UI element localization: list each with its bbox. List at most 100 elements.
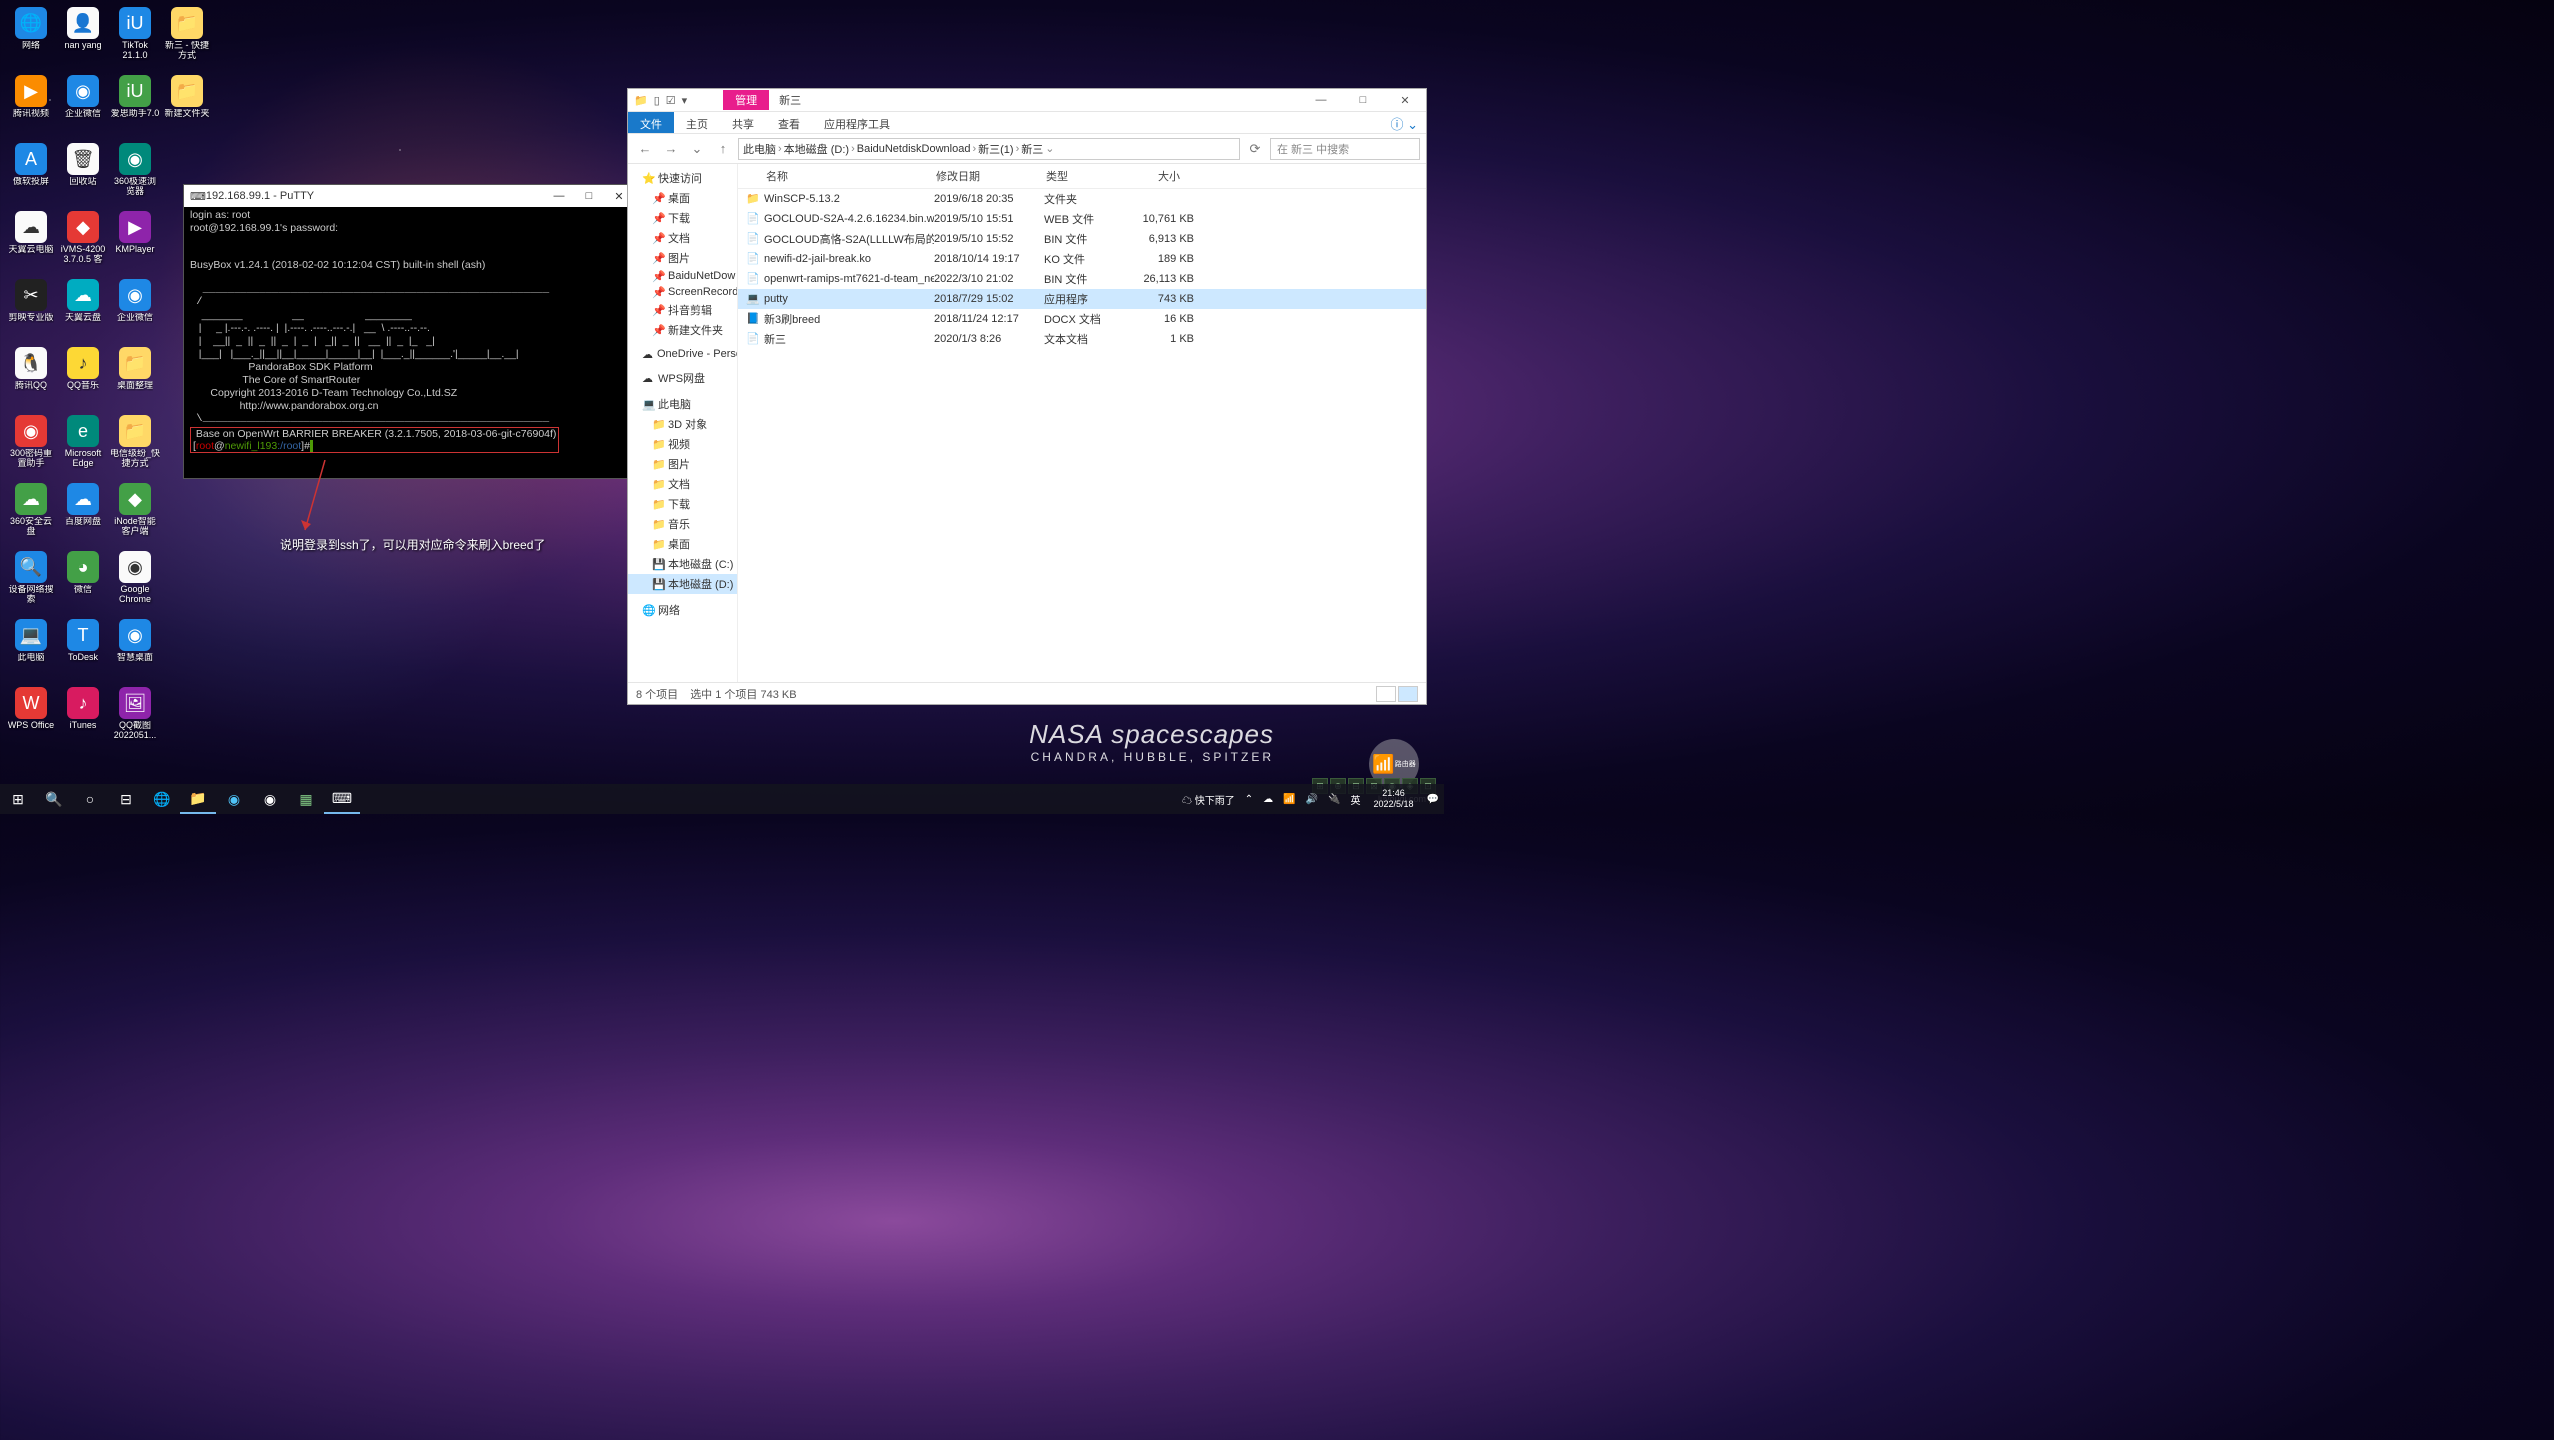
desktop-icon[interactable]: 💻此电脑 [5,617,57,685]
desktop-icon[interactable]: iUTikTok 21.1.0 [109,5,161,73]
tree-item[interactable]: 📁3D 对象 [628,414,737,434]
ribbon-tab[interactable]: 应用程序工具 [812,112,902,133]
context-tab[interactable]: 管理 [723,90,769,110]
desktop-icon[interactable]: A傲软投屏 [5,141,57,209]
desktop-icon[interactable]: 📁新建文件夹 [161,73,213,141]
breadcrumb-item[interactable]: 新三 [1021,141,1043,157]
tree-item[interactable]: 📌抖音剪辑 [628,300,737,320]
explorer-taskbar-icon[interactable]: 📁 [180,784,216,814]
notification-button[interactable]: 💬 [1422,794,1444,805]
address-bar[interactable]: 此电脑›本地磁盘 (D:)›BaiduNetdiskDownload›新三(1)… [738,138,1240,160]
app-taskbar-icon[interactable]: ◉ [216,784,252,814]
help-button[interactable]: ⓘ ⌄ [1382,112,1426,133]
desktop-icon[interactable]: ♪QQ音乐 [57,345,109,413]
desktop-icon[interactable]: 👤nan yang [57,5,109,73]
chrome-taskbar-icon[interactable]: ◉ [252,784,288,814]
file-row[interactable]: 📘新3刷breed2018/11/24 12:17DOCX 文档16 KB [738,309,1426,329]
putty-titlebar[interactable]: ⌨ 192.168.99.1 - PuTTY — □ ✕ [184,185,640,207]
tray-icon[interactable]: 🔌 [1323,794,1345,805]
search-box[interactable]: 在 新三 中搜索 [1270,138,1420,160]
tree-item[interactable]: 📌下载 [628,208,737,228]
tree-item[interactable]: 📁视频 [628,434,737,454]
breadcrumb-item[interactable]: 此电脑 [743,141,776,157]
desktop-icon[interactable]: ◉企业微信 [109,277,161,345]
desktop-icon[interactable]: ◉300密码重置助手 [5,413,57,481]
desktop-icon[interactable]: eMicrosoft Edge [57,413,109,481]
qat-btn[interactable]: ▯ [654,94,660,107]
minimize-button[interactable]: — [1300,89,1342,112]
desktop-icon[interactable]: TToDesk [57,617,109,685]
tree-item[interactable]: 📁文档 [628,474,737,494]
desktop-icon[interactable]: 📁新三 - 快捷方式 [161,5,213,73]
desktop-icon[interactable]: 📁电信级纷_快捷方式 [109,413,161,481]
explorer-titlebar[interactable]: 📁 ▯ ☑ ▾ 管理 新三 — □ ✕ [628,89,1426,112]
desktop-icon[interactable]: ▶KMPlayer [109,209,161,277]
tree-item[interactable]: 💾本地磁盘 (D:) [628,574,737,594]
refresh-button[interactable]: ⟳ [1244,141,1266,157]
desktop-icon[interactable]: 🖼QQ截图 2022051... [109,685,161,753]
view-details-button[interactable] [1376,686,1396,702]
putty-taskbar-icon[interactable]: ⌨ [324,784,360,814]
tray-icon[interactable]: 📶 [1278,794,1300,805]
minimize-button[interactable]: — [544,190,574,202]
breadcrumb-item[interactable]: 本地磁盘 (D:) [784,141,849,157]
tray-icon[interactable]: 🔊 [1301,794,1323,805]
desktop-icon[interactable]: 📁桌面整理 [109,345,161,413]
view-large-button[interactable] [1398,686,1418,702]
tree-item[interactable]: 📌图片 [628,248,737,268]
desktop-icon[interactable]: ◉360极速浏览器 [109,141,161,209]
tree-item[interactable]: ☁OneDrive - Persona [628,346,737,362]
app-taskbar-icon[interactable]: ▦ [288,784,324,814]
search-button[interactable]: 🔍 [36,784,72,814]
desktop-icon[interactable]: ☁天翼云电脑 [5,209,57,277]
desktop-icon[interactable]: WWPS Office [5,685,57,753]
tree-item[interactable]: 💾本地磁盘 (C:) [628,554,737,574]
back-button[interactable]: ← [634,141,656,156]
qat-btn[interactable]: ☑ [666,94,676,107]
file-row[interactable]: 📄GOCLOUD高恪-S2A(LLLLW布局的762...2019/5/10 1… [738,229,1426,249]
desktop-icon[interactable]: ◆iVMS-4200 3.7.0.5 客 [57,209,109,277]
tree-item[interactable]: ⭐快速访问 [628,168,737,188]
cortana-button[interactable]: ○ [72,784,108,814]
recent-dropdown[interactable]: ⌄ [686,141,708,157]
ribbon-tab[interactable]: 共享 [720,112,766,133]
file-row[interactable]: 📄GOCLOUD-S2A-4.2.6.16234.bin.web2019/5/1… [738,209,1426,229]
maximize-button[interactable]: □ [574,190,604,202]
tray-chevron[interactable]: ⌃ [1240,794,1258,805]
ribbon-tab[interactable]: 查看 [766,112,812,133]
breadcrumb-dropdown[interactable]: ⌄ [1045,142,1054,155]
file-row[interactable]: 📄openwrt-ramips-mt7621-d-team_ne...2022/… [738,269,1426,289]
file-row[interactable]: 📄newifi-d2-jail-break.ko2018/10/14 19:17… [738,249,1426,269]
col-size[interactable]: 大小 [1123,168,1188,184]
breadcrumb-item[interactable]: 新三(1) [978,141,1013,157]
ime-indicator[interactable]: 英 [1346,792,1366,807]
desktop-icon[interactable]: ◆iNode智能客户端 [109,481,161,549]
tree-item[interactable]: 📌桌面 [628,188,737,208]
tree-item[interactable]: 📁桌面 [628,534,737,554]
desktop-icon[interactable]: ◕微信 [57,549,109,617]
ribbon-tab[interactable]: 文件 [628,112,674,133]
qat-dropdown[interactable]: ▾ [682,94,688,107]
ribbon-tab[interactable]: 主页 [674,112,720,133]
col-type[interactable]: 类型 [1038,168,1123,184]
file-row[interactable]: 📁WinSCP-5.13.22019/6/18 20:35文件夹 [738,189,1426,209]
desktop-icon[interactable]: ◉Google Chrome [109,549,161,617]
close-button[interactable]: ✕ [1384,89,1426,112]
breadcrumb-item[interactable]: BaiduNetdiskDownload [857,143,971,155]
desktop-icon[interactable]: ☁天翼云盘 [57,277,109,345]
desktop-icon[interactable]: 🌐网络 [5,5,57,73]
edge-taskbar-icon[interactable]: 🌐 [144,784,180,814]
tree-item[interactable]: 📁下载 [628,494,737,514]
up-button[interactable]: ↑ [712,141,734,156]
taskview-button[interactable]: ⊟ [108,784,144,814]
file-row[interactable]: 💻putty2018/7/29 15:02应用程序743 KB [738,289,1426,309]
tree-item[interactable]: 💻此电脑 [628,394,737,414]
desktop-icon[interactable]: ▶腾讯视频 [5,73,57,141]
tree-item[interactable]: 📌ScreenRecorder [628,284,737,300]
start-button[interactable]: ⊞ [0,784,36,814]
desktop-icon[interactable]: 🐧腾讯QQ [5,345,57,413]
desktop-icon[interactable]: ◉企业微信 [57,73,109,141]
tree-item[interactable]: 📁音乐 [628,514,737,534]
desktop-icon[interactable]: ♪iTunes [57,685,109,753]
col-date[interactable]: 修改日期 [928,168,1038,184]
